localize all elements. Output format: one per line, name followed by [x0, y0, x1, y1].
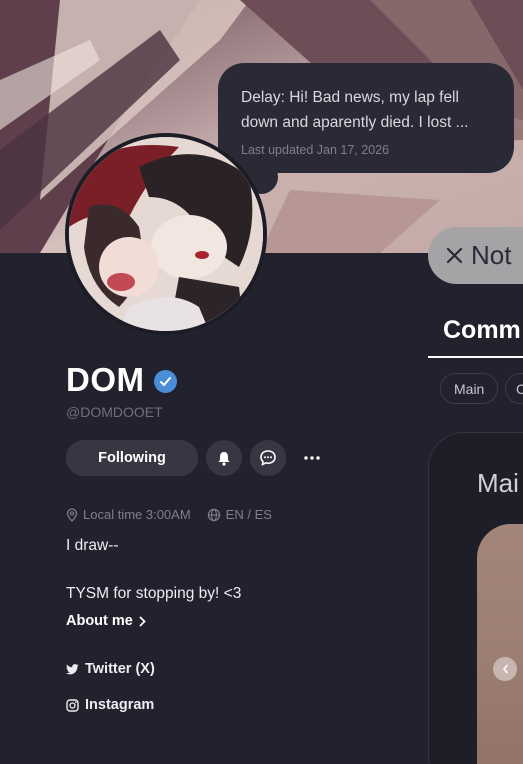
following-button[interactable]: Following [66, 440, 198, 476]
profile-meta: Local time 3:00AM EN / ES [66, 507, 288, 522]
local-time: Local time 3:00AM [66, 507, 191, 522]
profile-actions: Following [66, 440, 330, 476]
tab-commissions[interactable]: Comm [443, 316, 521, 345]
commission-card-image [477, 524, 523, 764]
profile-page: Delay: Hi! Bad news, my lap fell down an… [0, 0, 523, 764]
close-icon [446, 240, 463, 271]
instagram-link-label: Instagram [85, 697, 155, 713]
commission-card-title: Mai [477, 468, 519, 498]
profile-name: DOM [66, 361, 145, 398]
bio-line-1: I draw-- [66, 537, 119, 554]
profile-name-row: DOM [66, 361, 177, 399]
not-interested-label: Not [471, 240, 512, 270]
instagram-icon [66, 698, 79, 712]
bio-line-2: TYSM for stopping by! <3 [66, 585, 242, 602]
twitter-icon [66, 663, 79, 674]
location-pin-icon [66, 507, 78, 522]
chevron-left-icon [502, 662, 509, 677]
local-time-text: Local time 3:00AM [83, 507, 191, 522]
languages-text: EN / ES [225, 507, 272, 522]
not-interested-button[interactable]: Not [428, 227, 523, 284]
instagram-link[interactable]: Instagram [66, 697, 154, 713]
ellipsis-icon [304, 456, 320, 460]
status-updated: Last updated Jan 17, 2026 [241, 143, 390, 157]
status-bubble[interactable]: Delay: Hi! Bad news, my lap fell down an… [218, 63, 514, 173]
chip-other[interactable]: C [505, 373, 523, 404]
chat-bubble-icon [260, 450, 276, 466]
tab-active-indicator [428, 356, 523, 358]
languages: EN / ES [207, 507, 272, 522]
status-text: Delay: Hi! Bad news, my lap fell down an… [241, 89, 469, 131]
more-options-button[interactable] [294, 440, 330, 476]
chevron-right-icon [139, 616, 146, 626]
chip-main[interactable]: Main [440, 373, 499, 404]
notifications-button[interactable] [206, 440, 242, 476]
avatar-image [69, 137, 263, 331]
twitter-link[interactable]: Twitter (X) [66, 661, 155, 677]
globe-icon [207, 508, 220, 521]
twitter-link-label: Twitter (X) [85, 661, 155, 677]
bell-icon [218, 451, 230, 466]
avatar[interactable] [65, 133, 267, 335]
message-button[interactable] [250, 440, 286, 476]
carousel-prev-button[interactable] [493, 657, 517, 681]
about-me-link[interactable]: About me [66, 613, 146, 629]
profile-handle: @DOMDOOET [66, 404, 163, 420]
about-me-label: About me [66, 613, 133, 629]
verified-badge-icon [153, 370, 177, 393]
